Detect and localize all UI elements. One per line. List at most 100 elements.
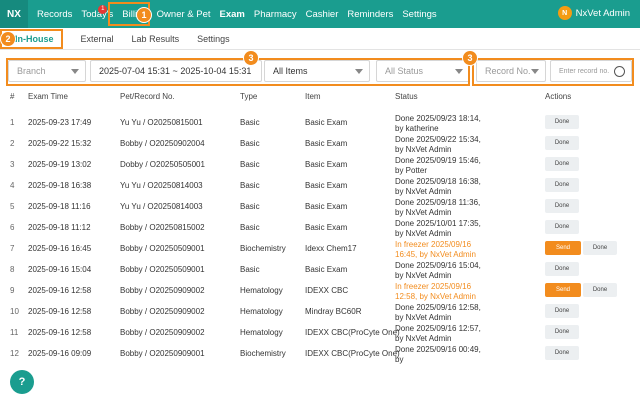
exam-item: Basic Exam bbox=[305, 181, 348, 190]
table-row[interactable]: 7 2025-09-16 16:45 Bobby / O20250509001 Bio… bbox=[0, 238, 640, 259]
exam-time: 2025-09-18 11:12 bbox=[28, 223, 91, 232]
done-button[interactable]: Done bbox=[545, 304, 579, 318]
send-button[interactable]: Send bbox=[545, 241, 581, 255]
pet-record: Bobby / O20250509001 bbox=[120, 244, 205, 253]
row-number: 1 bbox=[10, 118, 15, 127]
row-number: 3 bbox=[10, 160, 15, 169]
exam-item: Basic Exam bbox=[305, 223, 348, 232]
exam-time: 2025-09-16 12:58 bbox=[28, 328, 92, 337]
done-button[interactable]: Done bbox=[545, 178, 579, 192]
date-range-value: 2025-07-04 15:31 ~ 2025-10-04 15:31 bbox=[99, 66, 252, 76]
exam-time: 2025-09-16 15:04 bbox=[28, 265, 92, 274]
table-row[interactable]: 10 2025-09-16 12:58 Bobby / O20250909002 He… bbox=[0, 301, 640, 322]
tab-external[interactable]: External bbox=[81, 34, 114, 44]
col-type: Type bbox=[240, 92, 258, 101]
nav-todays[interactable]: Today's 1 bbox=[81, 4, 113, 20]
items-select[interactable]: All Items bbox=[264, 60, 370, 82]
branch-select-label: Branch bbox=[17, 66, 46, 76]
done-button[interactable]: Done bbox=[545, 136, 579, 150]
exam-time: 2025-09-23 17:49 bbox=[28, 118, 92, 127]
help-button[interactable]: ? bbox=[10, 370, 34, 394]
pet-record: Bobby / O20250909002 bbox=[120, 286, 205, 295]
nav-owner-pet[interactable]: Owner & Pet bbox=[157, 9, 211, 20]
table-row[interactable]: 6 2025-09-18 11:12 Bobby / O20250815002 Bas… bbox=[0, 217, 640, 238]
status-text: Done 2025/09/16 00:49, by bbox=[395, 345, 481, 364]
done-button[interactable]: Done bbox=[545, 157, 579, 171]
date-range-picker[interactable]: 2025-07-04 15:31 ~ 2025-10-04 15:31 bbox=[90, 60, 262, 82]
exam-type: Basic bbox=[240, 139, 260, 148]
status-select[interactable]: All Status bbox=[376, 60, 470, 82]
exam-type: Basic bbox=[240, 223, 260, 232]
table-row[interactable]: 9 2025-09-16 12:58 Bobby / O20250909002 Hem… bbox=[0, 280, 640, 301]
exam-type: Hematology bbox=[240, 307, 283, 316]
chevron-down-icon bbox=[355, 69, 363, 74]
exam-item: Mindray BC60R bbox=[305, 307, 362, 316]
pet-record: Yu Yu / O20250815001 bbox=[120, 118, 203, 127]
top-nav: NX Records Today's 1 Billing Owner & Pet … bbox=[0, 0, 640, 28]
done-button[interactable]: Done bbox=[545, 199, 579, 213]
table-row[interactable]: 5 2025-09-18 11:16 Yu Yu / O20250814003 Bas… bbox=[0, 196, 640, 217]
table-row[interactable]: 11 2025-09-16 12:58 Bobby / O20250909002 He… bbox=[0, 322, 640, 343]
row-number: 7 bbox=[10, 244, 15, 253]
table-row[interactable]: 8 2025-09-16 15:04 Bobby / O20250509001 Bas… bbox=[0, 259, 640, 280]
done-button[interactable]: Done bbox=[545, 262, 579, 276]
marker-2: 2 bbox=[0, 31, 16, 47]
done-button[interactable]: Done bbox=[545, 220, 579, 234]
exam-type: Hematology bbox=[240, 286, 283, 295]
exam-time: 2025-09-16 12:58 bbox=[28, 286, 92, 295]
done-button[interactable]: Done bbox=[583, 283, 617, 297]
done-button[interactable]: Done bbox=[583, 241, 617, 255]
done-button[interactable]: Done bbox=[545, 346, 579, 360]
pet-record: Bobby / O20250509001 bbox=[120, 265, 205, 274]
exam-item: Basic Exam bbox=[305, 118, 348, 127]
status-text: Done 2025/09/18 16:38, by NxVet Admin bbox=[395, 177, 481, 196]
user-name: NxVet Admin bbox=[575, 7, 630, 19]
user-menu[interactable]: N NxVet Admin bbox=[557, 6, 630, 20]
logo[interactable]: NX bbox=[0, 0, 28, 28]
table-row[interactable]: 12 2025-09-16 09:09 Bobby / O20250909001 Bi… bbox=[0, 343, 640, 364]
branch-select[interactable]: Branch bbox=[8, 60, 86, 82]
exam-item: IDEXX CBC bbox=[305, 286, 349, 295]
col-number: # bbox=[10, 92, 15, 101]
pet-record: Dobby / O20250505001 bbox=[120, 160, 205, 169]
row-number: 2 bbox=[10, 139, 15, 148]
status-text: Done 2025/09/16 12:58, by NxVet Admin bbox=[395, 303, 481, 322]
nav-exam[interactable]: Exam bbox=[220, 9, 245, 20]
record-type-label: Record No. bbox=[485, 66, 531, 76]
done-button[interactable]: Done bbox=[545, 115, 579, 129]
table-row[interactable]: 2 2025-09-22 15:32 Bobby / O20250902004 Bas… bbox=[0, 133, 640, 154]
pet-record: Bobby / O20250815002 bbox=[120, 223, 205, 232]
nav-settings[interactable]: Settings bbox=[402, 9, 436, 20]
nav-pharmacy[interactable]: Pharmacy bbox=[254, 9, 297, 20]
table-row[interactable]: 1 2025-09-23 17:49 Yu Yu / O20250815001 Bas… bbox=[0, 112, 640, 133]
nav-cashier[interactable]: Cashier bbox=[306, 9, 339, 20]
exam-time: 2025-09-16 16:45 bbox=[28, 244, 92, 253]
notification-badge: 1 bbox=[98, 4, 108, 14]
pet-record: Bobby / O20250909002 bbox=[120, 328, 205, 337]
sub-tabs: In-House External Lab Results Settings bbox=[0, 28, 640, 50]
exam-item: Basic Exam bbox=[305, 202, 348, 211]
tab-settings[interactable]: Settings bbox=[197, 34, 230, 44]
pet-record: Bobby / O20250909002 bbox=[120, 307, 205, 316]
tab-lab-results[interactable]: Lab Results bbox=[132, 34, 180, 44]
filter-bar: Branch 2025-07-04 15:31 ~ 2025-10-04 15:… bbox=[0, 56, 640, 88]
row-number: 12 bbox=[10, 349, 19, 358]
exam-time: 2025-09-22 15:32 bbox=[28, 139, 92, 148]
search-icon[interactable] bbox=[614, 66, 625, 77]
table-row[interactable]: 4 2025-09-18 16:38 Yu Yu / O20250814003 Bas… bbox=[0, 175, 640, 196]
exam-type: Basic bbox=[240, 181, 260, 190]
col-status: Status bbox=[395, 92, 418, 101]
send-button[interactable]: Send bbox=[545, 283, 581, 297]
status-text: Done 2025/09/16 12:57, by NxVet Admin bbox=[395, 324, 481, 343]
table-row[interactable]: 3 2025-09-19 13:02 Dobby / O20250505001 Bas… bbox=[0, 154, 640, 175]
status-text: Done 2025/09/19 15:46, by Potter bbox=[395, 156, 481, 175]
row-number: 9 bbox=[10, 286, 15, 295]
nav-records[interactable]: Records bbox=[37, 9, 72, 20]
search-input[interactable]: Enter record no. bbox=[550, 60, 632, 82]
done-button[interactable]: Done bbox=[545, 325, 579, 339]
pet-record: Bobby / O20250909001 bbox=[120, 349, 205, 358]
exam-type: Biochemistry bbox=[240, 349, 286, 358]
record-type-select[interactable]: Record No. bbox=[476, 60, 546, 82]
nav-reminders[interactable]: Reminders bbox=[347, 9, 393, 20]
exam-item: IDEXX CBC(ProCyte One) bbox=[305, 349, 400, 358]
